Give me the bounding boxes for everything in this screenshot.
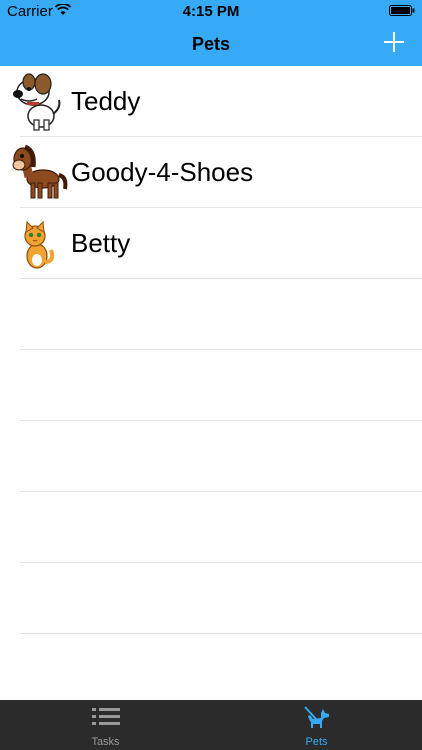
horse-icon [12, 144, 68, 199]
dog-icon [13, 73, 61, 131]
list-icon [91, 708, 120, 725]
cat-icon [24, 220, 55, 269]
pet-name: Teddy [71, 86, 141, 116]
empty-row [20, 492, 422, 563]
dog-icon [303, 706, 329, 728]
tab-label: Pets [305, 736, 328, 748]
page-title: Pets [191, 34, 231, 54]
empty-row [20, 563, 422, 634]
battery-icon [389, 5, 415, 16]
pet-name: Betty [71, 228, 131, 258]
tab-pets[interactable]: Pets [211, 700, 422, 750]
tab-label: Tasks [91, 736, 120, 748]
tab-tasks[interactable]: Tasks [0, 700, 211, 750]
pet-row-goody-4-shoes[interactable]: Goody-4-Shoes [12, 137, 422, 208]
empty-row [20, 350, 422, 421]
pet-list: Teddy Goody-4-Shoes Betty [0, 66, 422, 705]
empty-row [20, 279, 422, 350]
empty-row [20, 421, 422, 492]
plus-icon [384, 32, 404, 52]
pet-row-betty[interactable]: Betty [20, 208, 422, 279]
navigation-header: Carrier 4:15 PM Pets [0, 0, 422, 66]
tab-bar: Tasks Pets [0, 700, 422, 750]
status-bar: Carrier 4:15 PM [0, 0, 422, 22]
pet-row-teddy[interactable]: Teddy [13, 66, 422, 137]
empty-row [20, 634, 422, 705]
pet-name: Goody-4-Shoes [71, 157, 254, 187]
add-pet-button[interactable] [382, 30, 406, 54]
clock-time: 4:15 PM [182, 3, 240, 20]
